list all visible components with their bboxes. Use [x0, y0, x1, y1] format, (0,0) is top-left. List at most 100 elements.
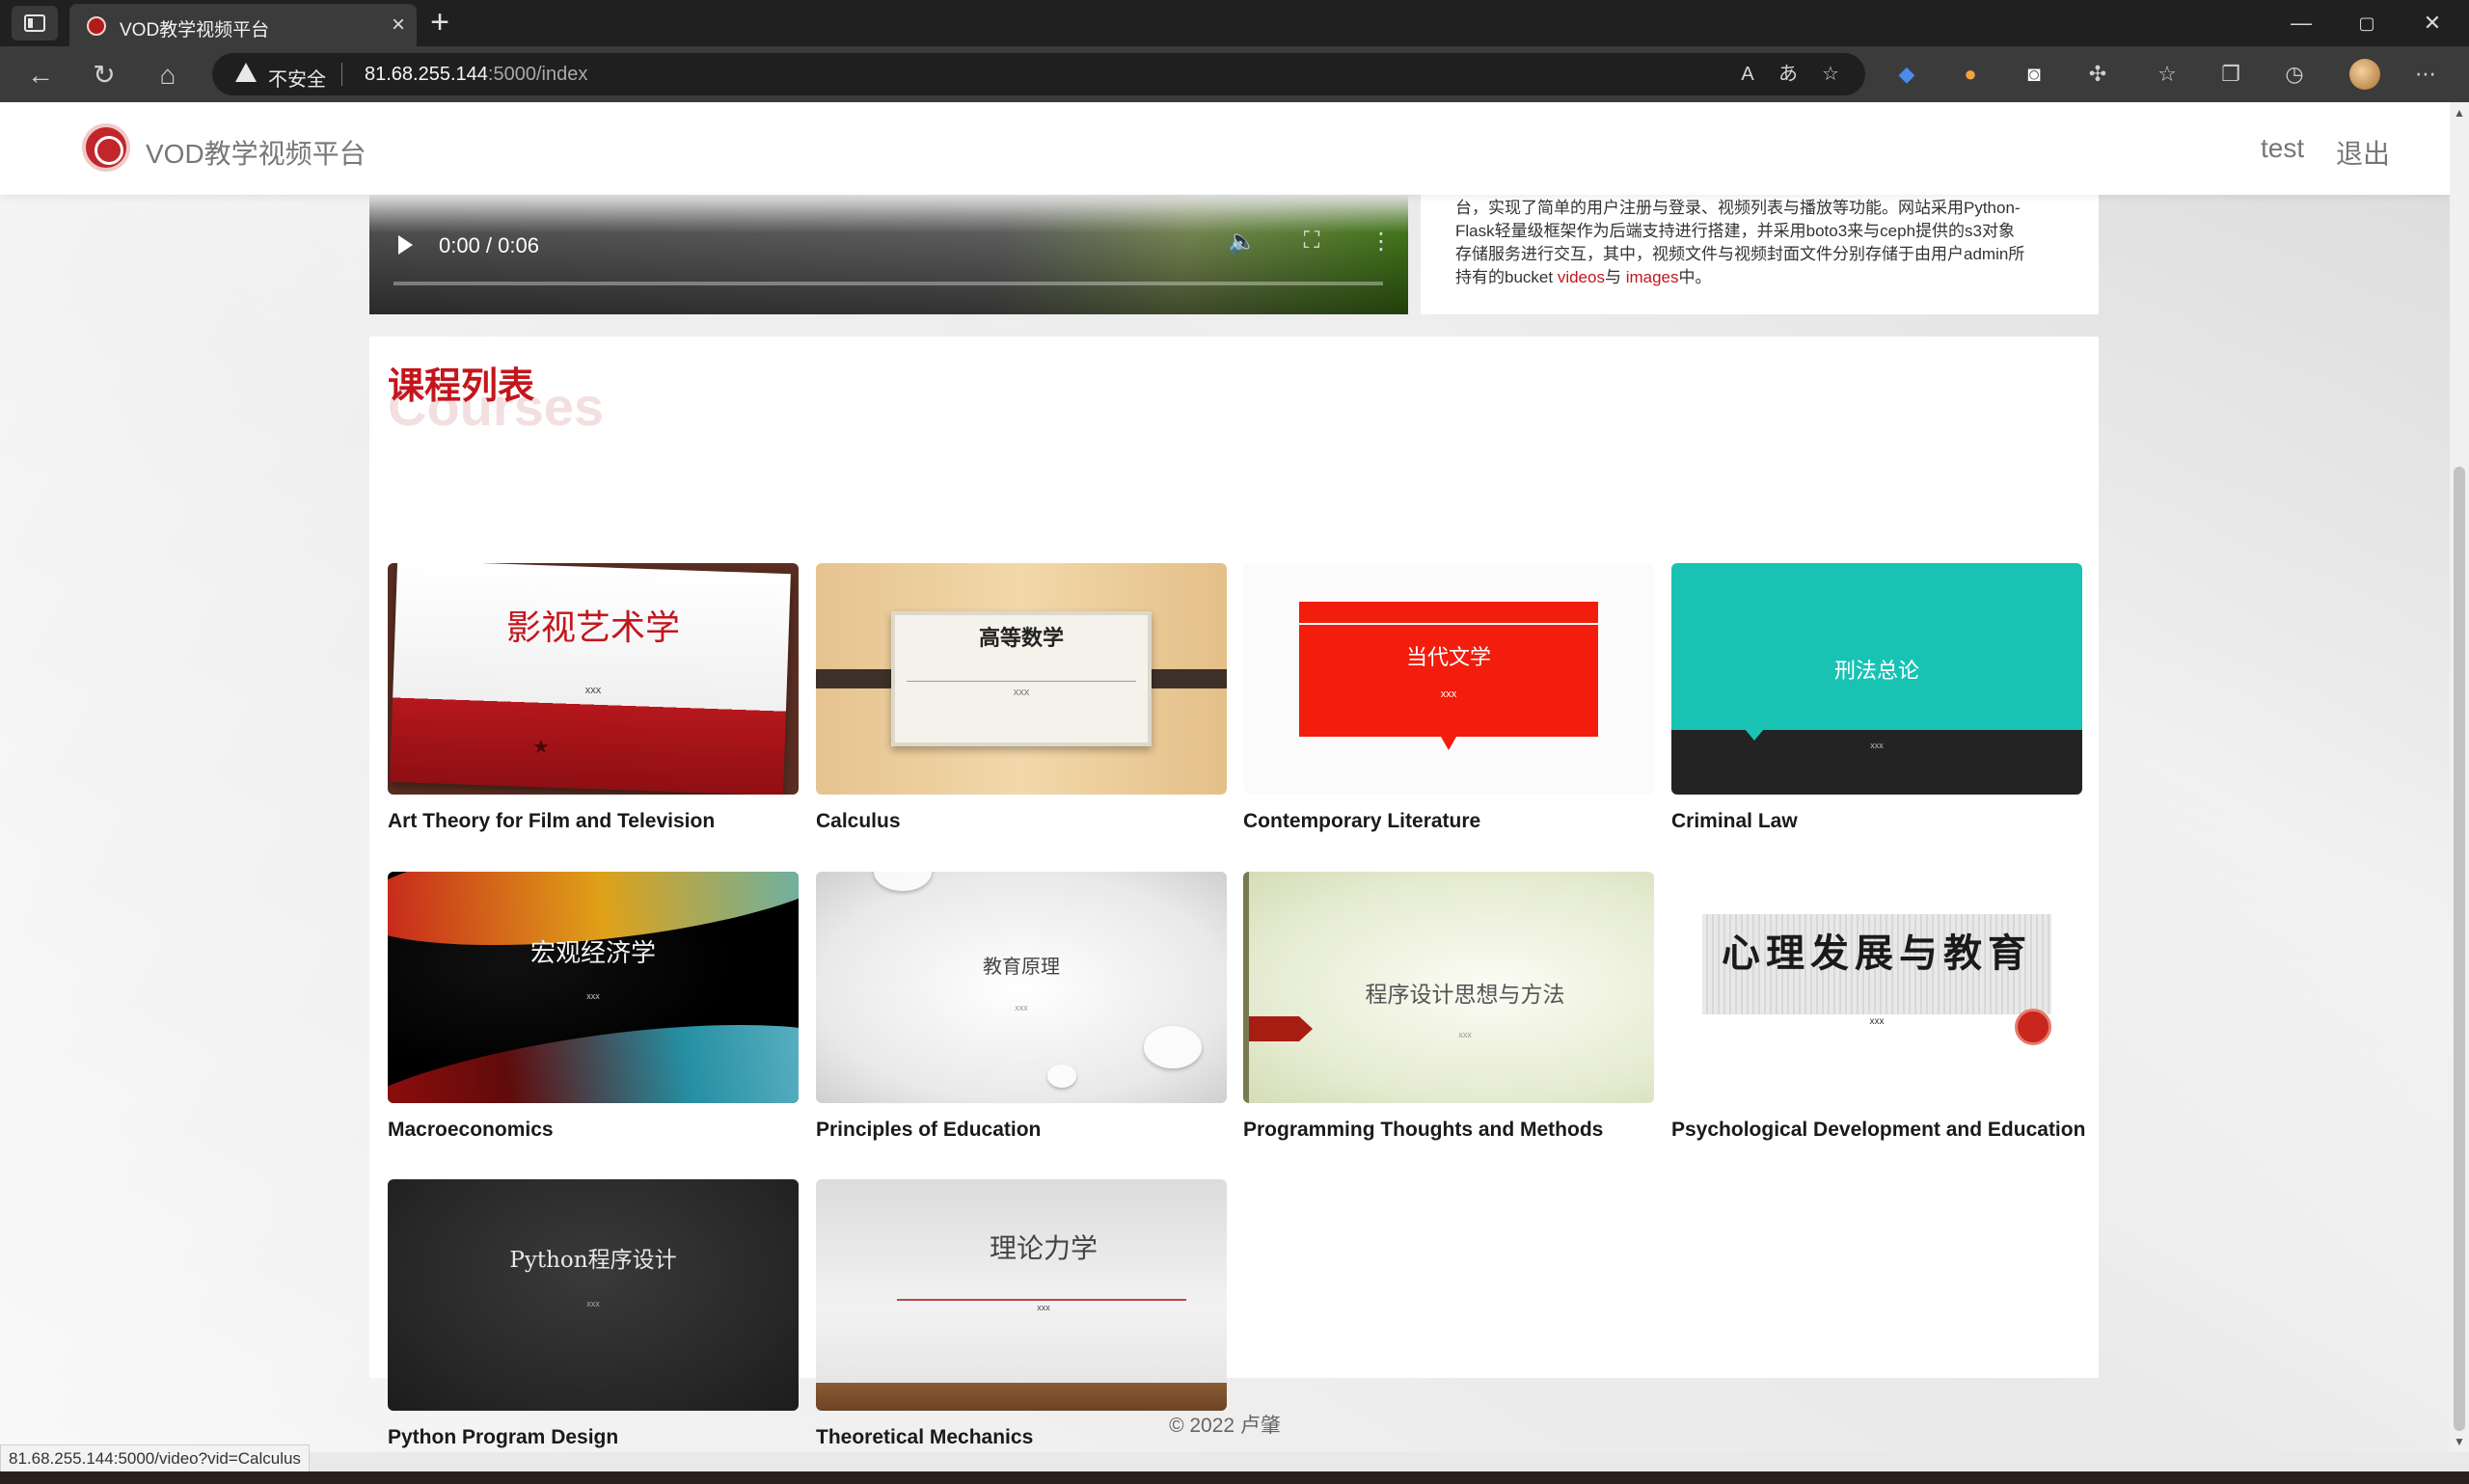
- cover-title: 程序设计思想与方法: [1365, 983, 1565, 1008]
- cover-title: 教育原理: [983, 955, 1060, 978]
- add-favorite-icon[interactable]: ☆: [1817, 62, 1844, 87]
- more-menu-icon[interactable]: ⋯: [2411, 60, 2440, 89]
- video-controls: 0:00 / 0:06 🔈 ⛶ ⋮: [369, 195, 1408, 314]
- play-icon[interactable]: [398, 235, 413, 255]
- video-player[interactable]: 0:00 / 0:06 🔈 ⛶ ⋮: [369, 195, 1408, 314]
- volume-icon[interactable]: 🔈: [1226, 228, 1259, 256]
- course-cover[interactable]: 理论力学 xxx: [816, 1179, 1227, 1411]
- images-bucket-link[interactable]: images: [1626, 268, 1679, 286]
- cover-title: 当代文学: [1405, 646, 1491, 670]
- cover-subtitle: xxx: [1015, 1003, 1028, 1012]
- university-logo-icon[interactable]: [82, 123, 130, 172]
- extensions-puzzle-icon[interactable]: ✣: [2083, 60, 2112, 89]
- course-cover[interactable]: 当代文学 xxx: [1243, 563, 1654, 795]
- cover-subtitle: xxx: [1458, 1030, 1472, 1039]
- scroll-down-icon[interactable]: ▼: [2454, 1435, 2465, 1448]
- video-progress-bar[interactable]: [393, 282, 1383, 285]
- cover-title: 高等数学: [978, 626, 1064, 651]
- course-card-theoretical-mechanics[interactable]: 理论力学 xxx Theoretical Mechanics: [816, 1179, 1227, 1449]
- logout-link[interactable]: 退出: [2336, 133, 2390, 172]
- water-drop-icon: [874, 872, 932, 891]
- video-more-icon[interactable]: ⋮: [1365, 228, 1397, 256]
- cover-title: 刑法总论: [1833, 660, 1919, 684]
- page-footer: © 2022 卢肇: [1169, 1415, 1281, 1437]
- course-card-principles-of-education[interactable]: 教育原理 xxx Principles of Education: [816, 872, 1227, 1142]
- course-name[interactable]: Psychological Development and Education: [1671, 1119, 2085, 1142]
- course-cover[interactable]: 教育原理 xxx: [816, 872, 1227, 1103]
- course-card-python[interactable]: Python程序设计 xxx Python Program Design: [388, 1179, 799, 1449]
- site-favicon-icon: [87, 16, 106, 36]
- course-name[interactable]: Principles of Education: [816, 1119, 1227, 1142]
- course-name[interactable]: Art Theory for Film and Television: [388, 810, 799, 833]
- home-icon[interactable]: ⌂: [150, 58, 185, 93]
- red-seal-icon: [2015, 1009, 2051, 1045]
- cover-title: 心理发展与教育: [1722, 931, 2032, 976]
- cover-subtitle: xxx: [1037, 1303, 1050, 1312]
- profile-avatar[interactable]: [2349, 59, 2380, 90]
- course-card-criminal-law[interactable]: 刑法总论 xxx Criminal Law: [1671, 563, 2082, 833]
- url-path: :5000/index: [487, 64, 588, 85]
- maximize-button[interactable]: ▢: [2338, 6, 2396, 40]
- cover-rule: [897, 1299, 1186, 1301]
- cover-rule: [907, 681, 1136, 682]
- cover-subtitle: xxx: [1440, 688, 1457, 700]
- course-cover[interactable]: 宏观经济学 xxx: [388, 872, 799, 1103]
- horizontal-scrollbar[interactable]: [0, 1452, 2469, 1471]
- user-link[interactable]: test: [2261, 133, 2304, 164]
- minimize-button[interactable]: —: [2272, 6, 2330, 40]
- course-name[interactable]: Calculus: [816, 810, 1227, 833]
- status-bar-url: 81.68.255.144:5000/video?vid=Calculus: [0, 1444, 310, 1473]
- history-icon[interactable]: ◷: [2280, 60, 2309, 89]
- course-card-calculus[interactable]: 高等数学 xxx Calculus: [816, 563, 1227, 833]
- page-scrollbar[interactable]: ▲ ▼: [2450, 102, 2469, 1452]
- cover-title: 理论力学: [989, 1232, 1098, 1264]
- address-bar[interactable]: 不安全 81.68.255.144:5000/index A あ ☆: [212, 53, 1865, 95]
- extension-colorful-icon[interactable]: ●: [1956, 60, 1985, 89]
- course-card-psychological-development[interactable]: 心理发展与教育 xxx Psychological Development an…: [1671, 872, 2085, 1142]
- refresh-icon[interactable]: ↻: [87, 58, 122, 93]
- cover-swoosh: [388, 998, 799, 1103]
- security-label[interactable]: 不安全: [268, 64, 326, 92]
- extension-blue-icon[interactable]: ◆: [1892, 60, 1921, 89]
- description-line: 台，实现了简单的用户注册与登录、视频列表与播放等功能。网站采用Python-: [1455, 199, 2021, 217]
- url-text[interactable]: 81.68.255.144:5000/index: [365, 64, 587, 86]
- translate-icon[interactable]: あ: [1775, 62, 1802, 87]
- read-aloud-icon[interactable]: A: [1734, 62, 1761, 87]
- course-card-programming-thoughts[interactable]: 程序设计思想与方法 xxx Programming Thoughts and M…: [1243, 872, 1654, 1142]
- course-cover[interactable]: Python程序设计 xxx: [388, 1179, 799, 1411]
- star-icon: ★: [532, 737, 550, 758]
- course-cover[interactable]: 心理发展与教育 xxx: [1671, 872, 2082, 1103]
- back-arrow-icon[interactable]: ←: [23, 58, 58, 93]
- course-cover[interactable]: 高等数学 xxx: [816, 563, 1227, 795]
- favorites-icon[interactable]: ☆: [2153, 60, 2182, 89]
- course-cover[interactable]: 影视艺术学 xxx ★: [388, 563, 799, 795]
- course-cover[interactable]: 程序设计思想与方法 xxx: [1243, 872, 1654, 1103]
- collections-icon[interactable]: ❐: [2216, 60, 2245, 89]
- browser-tab-active[interactable]: VOD教学视频平台 ×: [69, 4, 417, 46]
- water-drop-icon: [1144, 1026, 1202, 1068]
- course-card-macroeconomics[interactable]: 宏观经济学 xxx Macroeconomics: [388, 872, 799, 1142]
- course-card-contemporary-literature[interactable]: 当代文学 xxx Contemporary Literature: [1243, 563, 1654, 833]
- course-name[interactable]: Macroeconomics: [388, 1119, 799, 1142]
- course-name[interactable]: Criminal Law: [1671, 810, 2082, 833]
- new-tab-button[interactable]: +: [421, 6, 459, 40]
- description-line: Flask轻量级框架作为后端支持进行搭建，并采用boto3来与ceph提供的s3…: [1455, 222, 2015, 240]
- course-name[interactable]: Programming Thoughts and Methods: [1243, 1119, 1654, 1142]
- scroll-up-icon[interactable]: ▲: [2454, 106, 2465, 120]
- course-name[interactable]: Contemporary Literature: [1243, 810, 1654, 833]
- course-cover[interactable]: 刑法总论 xxx: [1671, 563, 2082, 795]
- course-card-film-art[interactable]: 影视艺术学 xxx ★ Art Theory for Film and Tele…: [388, 563, 799, 833]
- cover-subtitle: xxx: [586, 991, 600, 1001]
- cover-subtitle: xxx: [1870, 741, 1884, 750]
- videos-bucket-link[interactable]: videos: [1558, 268, 1605, 286]
- cover-title: 影视艺术学: [505, 608, 680, 648]
- warning-icon: [235, 63, 257, 82]
- site-title[interactable]: VOD教学视频平台: [146, 133, 366, 172]
- tab-close-icon[interactable]: ×: [392, 12, 405, 39]
- fullscreen-icon[interactable]: ⛶: [1295, 228, 1328, 255]
- extension-mask-icon[interactable]: ◙: [2020, 60, 2048, 89]
- close-window-button[interactable]: ✕: [2403, 6, 2461, 40]
- scrollbar-thumb[interactable]: [2454, 467, 2465, 1431]
- tab-actions-button[interactable]: [12, 6, 58, 40]
- page-viewport: VOD教学视频平台 test 退出 0:00 / 0:06 🔈 ⛶ ⋮ 台，实现…: [0, 102, 2450, 1452]
